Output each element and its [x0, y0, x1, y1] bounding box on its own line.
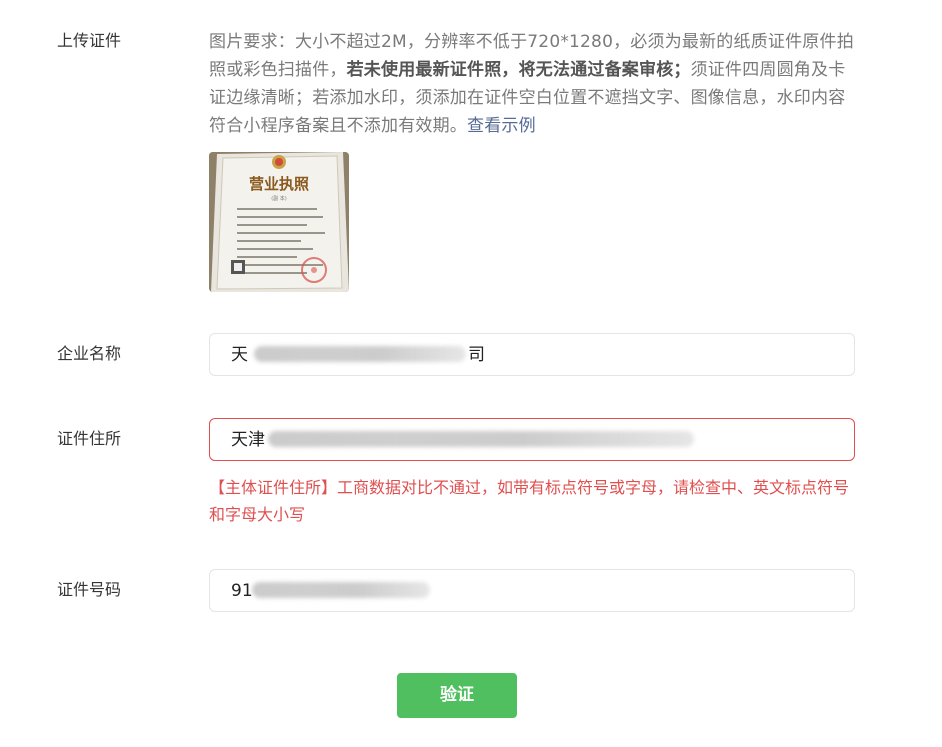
cert-address-error-message: 【主体证件住所】工商数据对比不通过，如带有标点符号或字母，请检查中、英文标点符号… — [209, 478, 850, 524]
license-title: 营业执照 — [249, 175, 309, 193]
view-example-link[interactable]: 查看示例 — [467, 116, 536, 136]
verify-button[interactable]: 验证 — [397, 673, 517, 718]
company-name-input[interactable]: 天 司 — [209, 333, 855, 376]
cert-address-redaction — [268, 431, 694, 447]
cert-number-value-start: 91 — [231, 581, 253, 601]
cert-address-label: 证件住所 — [57, 429, 122, 448]
business-license-thumbnail[interactable]: 营业执照 (副 本) — [209, 152, 349, 292]
upload-requirements: 图片要求：大小不超过2M，分辨率不低于720*1280，必须为最新的纸质证件原件… — [209, 28, 861, 140]
upload-label: 上传证件 — [57, 31, 122, 50]
cert-address-input[interactable]: 天津 — [209, 418, 855, 461]
cert-number-label: 证件号码 — [57, 580, 122, 599]
business-license-image: 营业执照 (副 本) — [209, 152, 349, 292]
requirement-warning: 若未使用最新证件照，将无法通过备案审核； — [346, 60, 691, 80]
license-subtitle: (副 本) — [271, 195, 287, 202]
cert-number-redaction — [252, 582, 430, 598]
company-name-value-start: 天 — [231, 345, 248, 365]
cert-address-value-start: 天津 — [231, 430, 265, 450]
company-name-value-end: 司 — [468, 345, 485, 365]
cert-number-input[interactable]: 91 — [209, 569, 855, 612]
company-name-label: 企业名称 — [57, 344, 122, 363]
company-name-redaction — [254, 346, 466, 362]
